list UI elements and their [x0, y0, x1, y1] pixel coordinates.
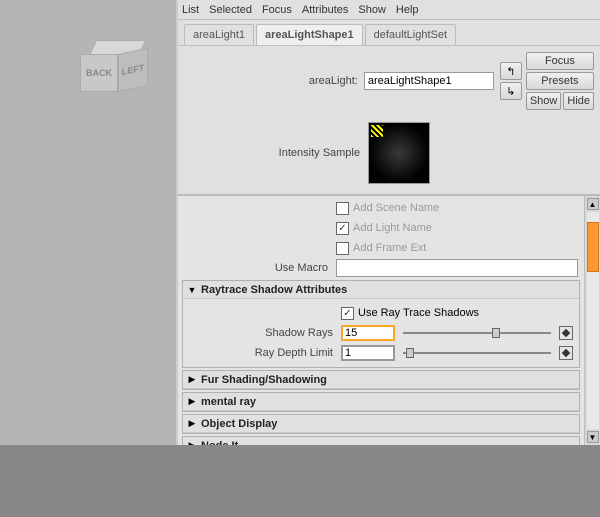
node-type-label: areaLight: — [309, 75, 358, 87]
hide-button[interactable]: Hide — [563, 92, 594, 110]
add-frame-ext-label: Add Frame Ext — [353, 242, 426, 254]
add-light-name-label: Add Light Name — [353, 222, 432, 234]
ray-depth-slider[interactable] — [403, 346, 551, 360]
scroll-area: Add Scene Name Add Light Name Add Frame … — [178, 194, 600, 445]
cropped-footer — [0, 445, 600, 517]
node-section-header[interactable]: ▶ Node It — [183, 437, 579, 445]
fur-title: Fur Shading/Shadowing — [201, 374, 327, 386]
focus-button[interactable]: Focus — [526, 52, 594, 70]
fur-section: ▶ Fur Shading/Shadowing — [182, 370, 580, 390]
menubar: List Selected Focus Attributes Show Help — [178, 0, 600, 20]
add-scene-name-checkbox[interactable] — [336, 202, 349, 215]
attribute-editor: List Selected Focus Attributes Show Help… — [176, 0, 600, 445]
ray-depth-keyframe-icon[interactable] — [559, 346, 573, 360]
use-macro-label: Use Macro — [184, 262, 332, 274]
menu-focus[interactable]: Focus — [262, 4, 292, 16]
use-rt-row: Use Ray Trace Shadows — [183, 303, 579, 323]
go-to-output-icon[interactable]: ↳ — [500, 82, 522, 100]
shadow-rays-slider[interactable] — [403, 326, 551, 340]
shadow-rays-keyframe-icon[interactable] — [559, 326, 573, 340]
raytrace-section: ▼ Raytrace Shadow Attributes Use Ray Tra… — [182, 280, 580, 368]
objectdisplay-section-header[interactable]: ▶ Object Display — [183, 415, 579, 433]
node-section: ▶ Node It — [182, 436, 580, 445]
presets-button[interactable]: Presets — [526, 72, 594, 90]
viewport-3d[interactable]: BACK LEFT — [0, 0, 176, 445]
tabs: areaLight1 areaLightShape1 defaultLightS… — [178, 20, 600, 46]
scroll-up-icon[interactable]: ▲ — [587, 198, 599, 210]
viewcube[interactable]: BACK LEFT — [80, 40, 155, 115]
expand-icon: ▶ — [187, 396, 197, 407]
menu-selected[interactable]: Selected — [209, 4, 252, 16]
tab-arealightshape1[interactable]: areaLightShape1 — [256, 24, 363, 45]
show-button[interactable]: Show — [526, 92, 562, 110]
mentalray-section: ▶ mental ray — [182, 392, 580, 412]
use-ray-trace-label: Use Ray Trace Shadows — [358, 307, 479, 319]
tab-defaultlightset[interactable]: defaultLightSet — [365, 24, 456, 45]
shadow-rays-input[interactable] — [341, 325, 395, 341]
scroll-content: Add Scene Name Add Light Name Add Frame … — [178, 196, 584, 445]
collapse-icon: ▼ — [187, 285, 197, 295]
raytrace-title: Raytrace Shadow Attributes — [201, 284, 347, 296]
add-light-name-row: Add Light Name — [178, 218, 584, 238]
shadow-rays-label: Shadow Rays — [189, 327, 337, 339]
ray-depth-row: Ray Depth Limit — [183, 343, 579, 363]
use-macro-row: Use Macro — [178, 258, 584, 278]
go-to-input-icon[interactable]: ↰ — [500, 62, 522, 80]
use-macro-input[interactable] — [336, 259, 578, 277]
scroll-track[interactable] — [587, 212, 599, 429]
viewcube-left-face[interactable]: LEFT — [118, 48, 148, 92]
menu-list[interactable]: List — [182, 4, 199, 16]
node-header: areaLight: ↰ ↳ Focus Presets Show Hide — [178, 46, 600, 116]
fur-section-header[interactable]: ▶ Fur Shading/Shadowing — [183, 371, 579, 389]
intensity-sample-row: Intensity Sample — [178, 116, 600, 194]
node-name-input[interactable] — [364, 72, 494, 90]
menu-show[interactable]: Show — [358, 4, 386, 16]
menu-help[interactable]: Help — [396, 4, 419, 16]
add-scene-name-label: Add Scene Name — [353, 202, 439, 214]
ray-depth-input[interactable] — [341, 345, 395, 361]
mentalray-section-header[interactable]: ▶ mental ray — [183, 393, 579, 411]
scrollbar[interactable]: ▲ ▼ — [584, 196, 600, 445]
objectdisplay-section: ▶ Object Display — [182, 414, 580, 434]
intensity-sample-label: Intensity Sample — [220, 147, 360, 159]
viewcube-back-face[interactable]: BACK — [80, 54, 118, 92]
objectdisplay-title: Object Display — [201, 418, 277, 430]
tab-arealight1[interactable]: areaLight1 — [184, 24, 254, 45]
add-light-name-checkbox[interactable] — [336, 222, 349, 235]
ray-depth-label: Ray Depth Limit — [189, 347, 337, 359]
use-ray-trace-checkbox[interactable] — [341, 307, 354, 320]
add-frame-ext-checkbox[interactable] — [336, 242, 349, 255]
add-scene-name-row: Add Scene Name — [178, 198, 584, 218]
expand-icon: ▶ — [187, 418, 197, 429]
expand-icon: ▶ — [187, 374, 197, 385]
mentalray-title: mental ray — [201, 396, 256, 408]
intensity-sample-swatch[interactable] — [368, 122, 430, 184]
shadow-rays-row: Shadow Rays — [183, 323, 579, 343]
menu-attributes[interactable]: Attributes — [302, 4, 348, 16]
scroll-down-icon[interactable]: ▼ — [587, 431, 599, 443]
raytrace-section-header[interactable]: ▼ Raytrace Shadow Attributes — [183, 281, 579, 299]
scroll-thumb[interactable] — [587, 222, 599, 272]
add-frame-ext-row: Add Frame Ext — [178, 238, 584, 258]
